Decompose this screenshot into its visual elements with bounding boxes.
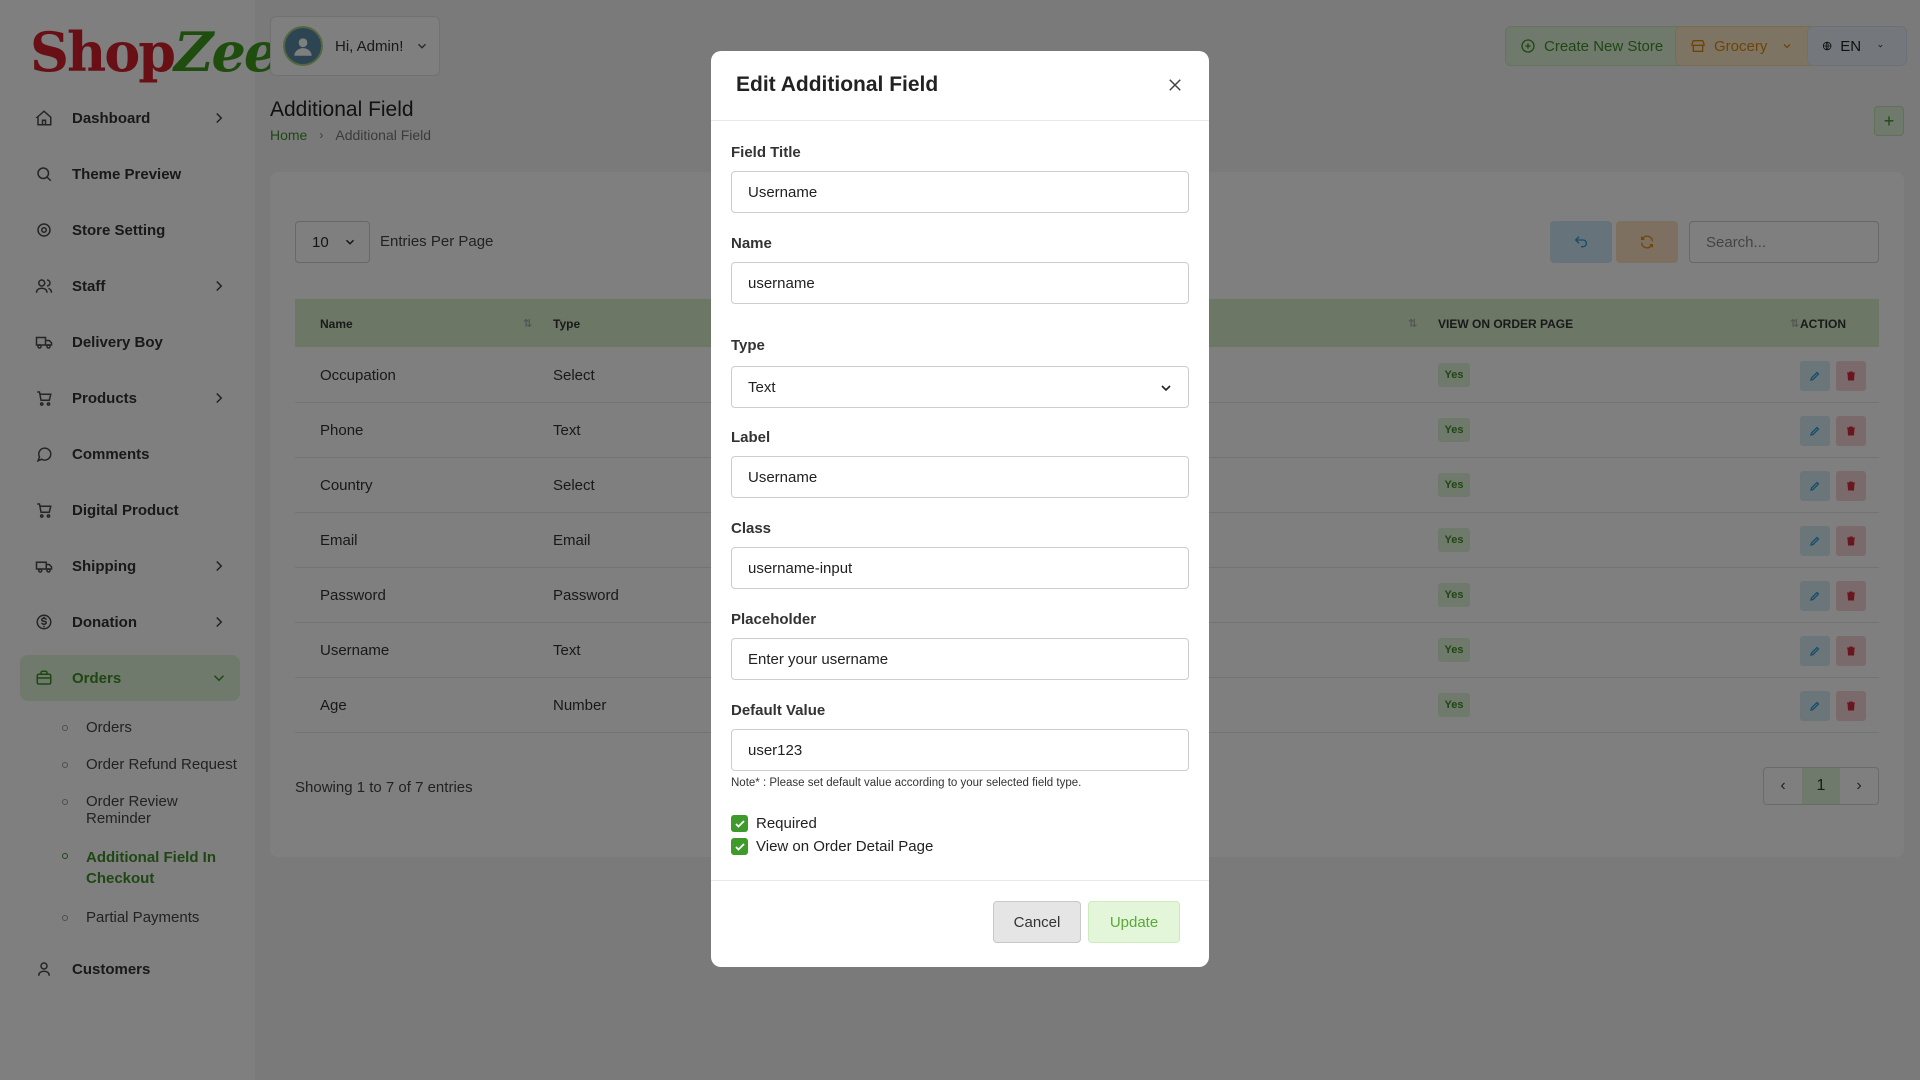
class-label: Class [731,520,772,537]
close-icon [1169,79,1181,91]
name-input[interactable]: username [731,262,1189,304]
required-checkbox-row: Required [731,815,817,832]
class-input[interactable]: username-input [731,547,1189,589]
check-icon [734,842,745,851]
cancel-button[interactable]: Cancel [993,901,1081,943]
chevron-down-icon [1158,380,1174,396]
label-input[interactable]: Username [731,456,1189,498]
default-value-label: Default Value [731,702,826,719]
default-value-note: Note* : Please set default value accordi… [731,777,1082,789]
update-button[interactable]: Update [1088,901,1180,943]
type-select[interactable]: Text [731,366,1189,408]
required-checkbox[interactable] [731,815,748,832]
modal-footer-divider [711,880,1209,881]
name-label: Name [731,235,772,252]
default-value-input[interactable]: user123 [731,729,1189,771]
placeholder-label: Placeholder [731,611,817,628]
type-label: Type [731,337,765,354]
field-title-input[interactable]: Username [731,171,1189,213]
view-on-order-checkbox-row: View on Order Detail Page [731,838,933,855]
modal-title: Edit Additional Field [736,73,939,96]
modal-header: Edit Additional Field [711,51,1209,121]
edit-additional-field-modal: Edit Additional Field Field Title Userna… [711,51,1209,967]
label-label: Label [731,429,771,446]
field-title-label: Field Title [731,144,801,161]
placeholder-input[interactable]: Enter your username [731,638,1189,680]
view-on-order-checkbox[interactable] [731,838,748,855]
check-icon [734,819,745,828]
close-button[interactable] [1163,73,1187,97]
